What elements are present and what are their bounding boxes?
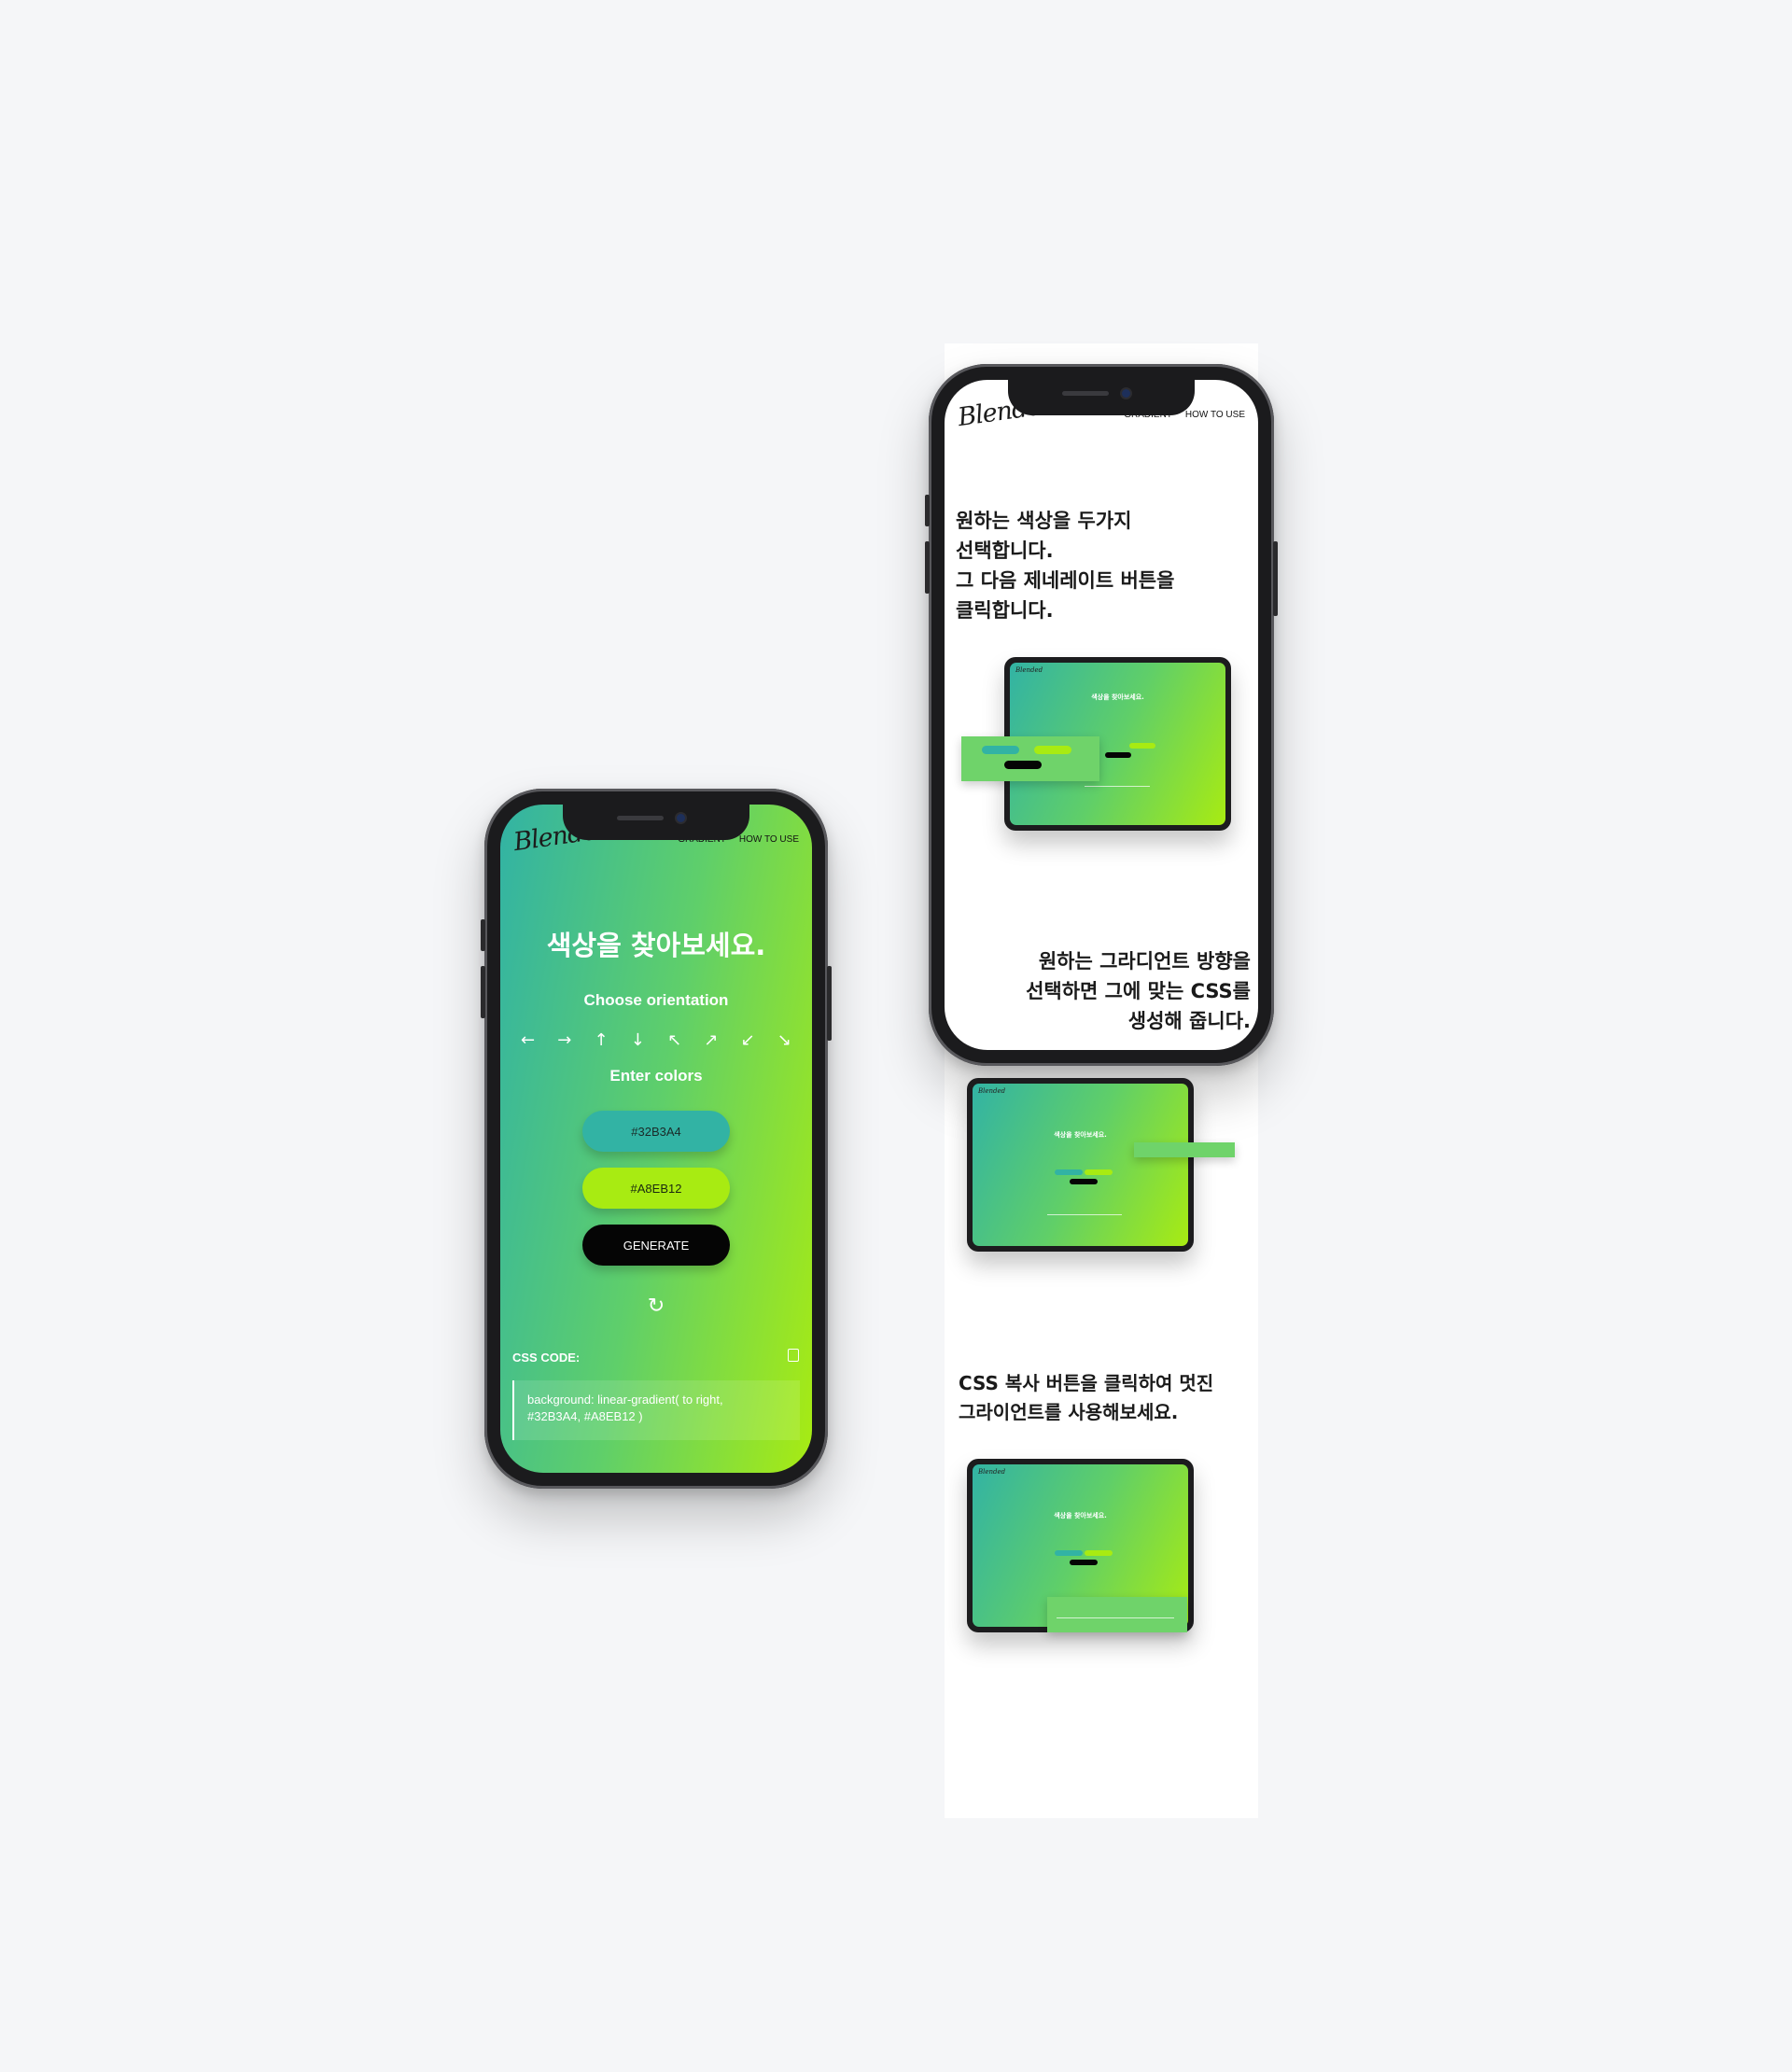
css-code-line: #32B3A4, #A8EB12 ): [527, 1409, 643, 1423]
tablet-preview-orientation: Blended 색상을 찾아보세요.: [967, 1078, 1194, 1252]
arrow-down-right-icon[interactable]: ↘: [777, 1030, 791, 1050]
step2-line: 생성해 줍니다.: [1127, 1010, 1251, 1032]
step1-line: 선택합니다.: [956, 539, 1054, 562]
power-button: [1273, 541, 1278, 616]
refresh-icon[interactable]: ↻: [648, 1295, 665, 1318]
zoom-generate-pill: [1004, 761, 1042, 769]
mini-logo: Blended: [1015, 666, 1043, 674]
main-phone-mockup: Blended GRADIENT HOW TO USE 색상을 찾아보세요. C…: [481, 789, 832, 1489]
mini-logo: Blended: [978, 1087, 1006, 1095]
mini-logo: Blended: [978, 1468, 1006, 1476]
arrow-right-icon[interactable]: →: [557, 1030, 571, 1050]
zoom-color1-pill: [982, 746, 1019, 754]
arrow-down-left-icon[interactable]: ↙: [741, 1030, 755, 1050]
orientation-arrows: ← → ↑ ↓ ↖ ↗ ↙ ↘: [521, 1030, 791, 1050]
mini-generate-pill: [1070, 1179, 1098, 1184]
guide-phone-mockup: Blended GRADIENT HOW TO USE 원하는 색상을 두가지 …: [925, 364, 1278, 1066]
mini-title: 색상을 찾아보세요.: [1054, 1131, 1107, 1139]
volume-button: [481, 966, 485, 1018]
main-phone-screen: Blended GRADIENT HOW TO USE 색상을 찾아보세요. C…: [500, 805, 812, 1473]
color2-input[interactable]: #A8EB12: [582, 1168, 730, 1209]
step1-line: 원하는 색상을 두가지: [956, 510, 1132, 532]
step3-text: CSS 복사 버튼을 클릭하여 멋진 그라이언트를 사용해보세요.: [959, 1369, 1213, 1427]
arrow-up-right-icon[interactable]: ↗: [704, 1030, 718, 1050]
copy-icon[interactable]: [788, 1349, 799, 1362]
mini-color-pill: [1085, 1550, 1113, 1556]
step3-line: CSS 복사 버튼을 클릭하여 멋진: [959, 1372, 1214, 1394]
mini-title: 색상을 찾아보세요.: [1054, 1512, 1107, 1519]
generate-button[interactable]: GENERATE: [582, 1225, 730, 1266]
orientation-heading: Choose orientation: [583, 991, 729, 1009]
volume-button: [481, 919, 485, 951]
css-code-line: background: linear-gradient( to right,: [527, 1393, 723, 1407]
step2-text: 원하는 그라디언트 방향을 선택하면 그에 맞는 CSS를 생성해 줍니다.: [1026, 946, 1251, 1036]
step2-line: 원하는 그라디언트 방향을: [1038, 950, 1251, 973]
arrow-down-icon[interactable]: ↓: [631, 1030, 645, 1050]
mini-color-pill: [1055, 1169, 1083, 1175]
mini-color-pill: [1129, 743, 1155, 749]
step3-line: 그라이언트를 사용해보세요.: [959, 1401, 1179, 1423]
page-title: 색상을 찾아보세요.: [546, 930, 766, 961]
volume-button: [925, 541, 930, 594]
power-button: [827, 966, 832, 1041]
step1-line: 클릭합니다.: [956, 599, 1054, 622]
phone-notch: [563, 805, 749, 840]
colors-heading: Enter colors: [609, 1067, 703, 1085]
zoom-color2-pill: [1034, 746, 1071, 754]
volume-button: [925, 495, 930, 526]
step1-line: 그 다음 제네레이트 버튼을: [956, 569, 1175, 592]
mini-code-line: [1085, 786, 1150, 787]
css-code-box: background: linear-gradient( to right, #…: [512, 1380, 800, 1440]
phone-notch: [1008, 380, 1195, 415]
mini-generate-pill: [1105, 752, 1131, 758]
color1-input[interactable]: #32B3A4: [582, 1111, 730, 1152]
arrow-up-left-icon[interactable]: ↖: [667, 1030, 681, 1050]
guide-phone-screen: Blended GRADIENT HOW TO USE 원하는 색상을 두가지 …: [945, 380, 1258, 1050]
mini-color-pill: [1055, 1550, 1083, 1556]
step1-text: 원하는 색상을 두가지 선택합니다. 그 다음 제네레이트 버튼을 클릭합니다.: [956, 506, 1174, 625]
step2-line: 선택하면 그에 맞는 CSS를: [1026, 980, 1251, 1002]
orientation-zoom-overlay: [1134, 1142, 1235, 1157]
mini-title: 색상을 찾아보세요.: [1091, 693, 1144, 701]
colors-zoom-overlay: [961, 736, 1099, 781]
mini-generate-pill: [1070, 1560, 1098, 1565]
zoom-code-line: [1057, 1617, 1174, 1618]
nav-how-to-use[interactable]: HOW TO USE: [1185, 410, 1245, 420]
arrow-left-icon[interactable]: ←: [521, 1030, 535, 1050]
mini-color-pill: [1085, 1169, 1113, 1175]
css-code-zoom-overlay: [1047, 1597, 1187, 1632]
mini-code-line: [1047, 1214, 1122, 1215]
nav-how-to-use[interactable]: HOW TO USE: [739, 834, 799, 845]
arrow-up-icon[interactable]: ↑: [595, 1030, 609, 1050]
css-code-label: CSS CODE:: [512, 1351, 581, 1365]
